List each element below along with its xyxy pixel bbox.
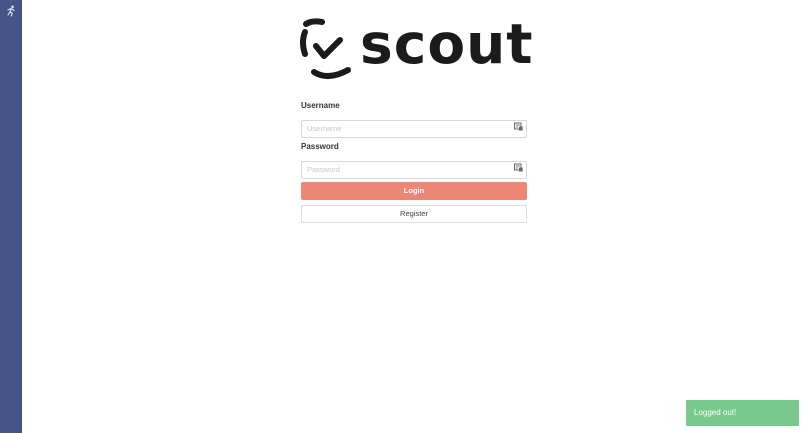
toast-notification: Logged out!: [686, 400, 799, 426]
login-button[interactable]: Login: [301, 182, 527, 200]
username-field-wrap: [301, 118, 527, 138]
id-card-icon[interactable]: [514, 122, 523, 131]
check-mark-icon: [300, 18, 351, 79]
password-input[interactable]: [301, 160, 527, 179]
logo-text: scout: [360, 12, 534, 76]
password-field-wrap: [301, 159, 527, 179]
username-input[interactable]: [301, 119, 527, 138]
password-label: Password: [301, 142, 339, 151]
login-form: Username Password Login Register: [301, 100, 527, 223]
id-card-icon[interactable]: [514, 163, 523, 172]
username-label: Username: [301, 101, 340, 110]
register-button[interactable]: Register: [301, 205, 527, 223]
scout-logo: scout: [300, 12, 533, 82]
runner-icon[interactable]: [5, 5, 17, 17]
sidebar: [0, 0, 22, 433]
